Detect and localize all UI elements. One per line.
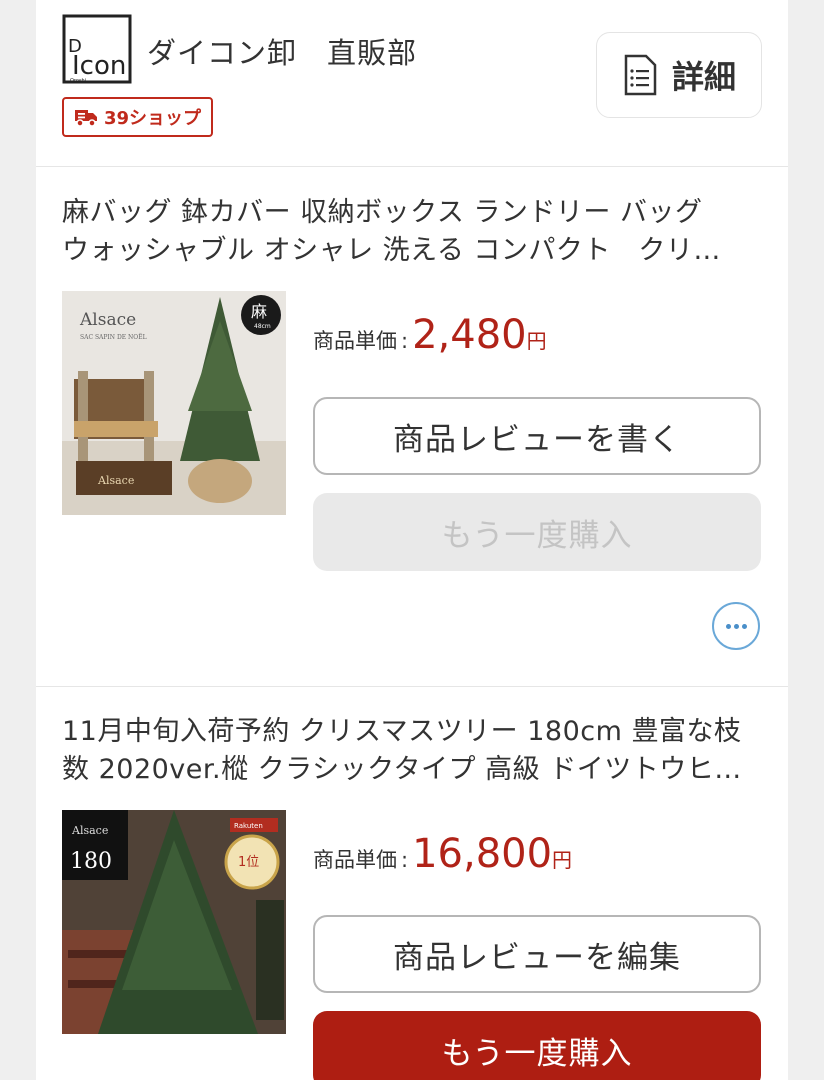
write-review-button[interactable]: 商品レビューを書く [313, 397, 761, 475]
order-item: 麻バッグ 鉢カバー 収納ボックス ランドリー バッグ ウォッシャブル オシャレ … [36, 194, 788, 684]
image-badge: 麻 [251, 302, 267, 321]
shop-logo[interactable]: D Icon Oroshi [62, 14, 132, 84]
image-ribbon: Rakuten [234, 822, 263, 830]
svg-text:Icon: Icon [72, 51, 126, 81]
image-brand-text: Alsace [79, 310, 136, 330]
shop-header: D Icon Oroshi ダイコン卸 直販部 39ショップ 詳細 [36, 0, 788, 166]
image-box-label: Alsace [97, 474, 134, 487]
price-value: 16,800 [412, 831, 553, 877]
badge-label: 39ショップ [104, 108, 202, 129]
price-label: 商品単価 [313, 848, 397, 872]
price-label: 商品単価 [313, 329, 397, 353]
price-colon: : [401, 848, 409, 872]
image-badge-sub: 48cm [254, 323, 271, 330]
image-sub-text: SAC SAPIN DE NOËL [80, 334, 147, 341]
shop-detail-button[interactable]: 詳細 [596, 32, 762, 118]
item-title-line: 数 2020ver.樅 クラシックタイプ 高級 ドイツトウヒ… [62, 754, 742, 785]
product-image[interactable]: Alsace 180 Rakuten 1位 [62, 810, 286, 1034]
price-row: 商品単価 : 16,800 円 [313, 831, 572, 877]
document-icon [624, 54, 657, 96]
detail-label: 詳細 [671, 58, 736, 96]
rebuy-button-disabled: もう一度購入 [313, 493, 761, 571]
edit-review-button[interactable]: 商品レビューを編集 [313, 915, 761, 993]
price-unit: 円 [552, 848, 573, 872]
price-row: 商品単価 : 2,480 円 [313, 312, 547, 358]
price-value: 2,480 [412, 312, 527, 358]
svg-text:Oroshi: Oroshi [70, 78, 86, 84]
divider [36, 686, 788, 687]
image-size-text: 180 [70, 849, 112, 874]
delivery-truck-icon [75, 110, 97, 127]
item-title-line: ウォッシャブル オシャレ 洗える コンパクト クリ… [62, 235, 721, 266]
image-rank: 1位 [238, 855, 259, 870]
item-title[interactable]: 11月中旬入荷予約 クリスマスツリー 180cm 豊富な枝 数 2020ver.… [62, 713, 762, 789]
price-colon: : [401, 329, 409, 353]
price-unit: 円 [526, 329, 547, 353]
image-brand-text: Alsace [71, 824, 108, 837]
item-title-line: 麻バッグ 鉢カバー 収納ボックス ランドリー バッグ [62, 197, 703, 228]
shop-39-badge: 39ショップ [62, 97, 214, 137]
product-image[interactable]: Alsace SAC SAPIN DE NOËL Alsace 麻 48cm [62, 291, 286, 515]
rebuy-button[interactable]: もう一度購入 [313, 1011, 761, 1080]
item-title[interactable]: 麻バッグ 鉢カバー 収納ボックス ランドリー バッグ ウォッシャブル オシャレ … [62, 194, 762, 270]
more-options-icon[interactable] [712, 602, 760, 650]
shop-name[interactable]: ダイコン卸 直販部 [147, 30, 417, 72]
order-card: D Icon Oroshi ダイコン卸 直販部 39ショップ 詳細 麻バッグ 鉢… [36, 0, 788, 1080]
item-title-line: 11月中旬入荷予約 クリスマスツリー 180cm 豊富な枝 [62, 716, 742, 747]
order-item: 11月中旬入荷予約 クリスマスツリー 180cm 豊富な枝 数 2020ver.… [36, 713, 788, 1080]
divider [36, 166, 788, 167]
